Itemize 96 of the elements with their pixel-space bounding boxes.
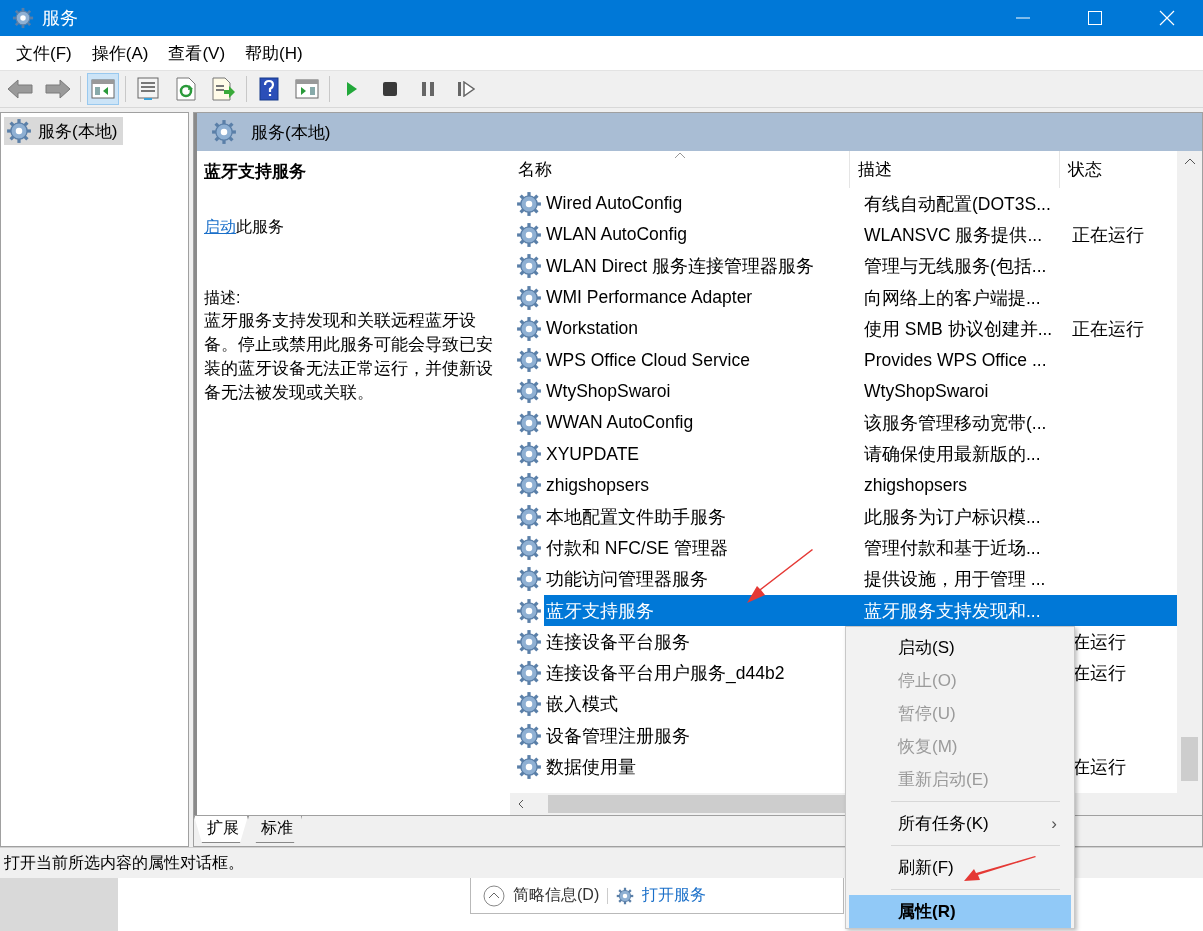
column-header[interactable]: 名称 bbox=[510, 151, 850, 188]
table-cell-text: 功能访问管理器服务 bbox=[545, 568, 709, 592]
table-cell-text: WLAN AutoConfig bbox=[545, 224, 689, 246]
menu-item[interactable]: 查看(V) bbox=[158, 41, 236, 65]
service-gear-icon bbox=[516, 503, 542, 530]
table-cell-text: WLANSVC 服务提供... bbox=[863, 223, 1043, 247]
table-cell-text: 本地配置文件助手服务 bbox=[545, 505, 727, 529]
table-cell-text: WLAN Direct 服务连接管理器服务 bbox=[545, 255, 815, 279]
table-cell-text: zhigshopsers bbox=[863, 474, 969, 496]
table-cell-text: 付款和 NFC/SE 管理器 bbox=[545, 536, 729, 560]
view-tab[interactable]: 标准 bbox=[248, 816, 302, 843]
menu-item[interactable]: 属性(R) bbox=[849, 895, 1071, 928]
table-cell-text: WtyShopSwaroi bbox=[545, 380, 672, 402]
table-cell-text: 管理付款和基于近场... bbox=[863, 536, 1042, 560]
service-gear-icon bbox=[516, 284, 542, 311]
scroll-left-icon[interactable] bbox=[516, 799, 526, 809]
table-cell-text: Wired AutoConfig bbox=[545, 193, 684, 215]
column-header[interactable]: 状态 bbox=[1060, 151, 1177, 188]
open-services-link[interactable]: 打开服务 bbox=[642, 885, 707, 906]
window-title: 服务 bbox=[42, 7, 79, 30]
collapse-icon bbox=[483, 884, 505, 907]
table-cell-text: 请确保使用最新版的... bbox=[863, 443, 1042, 466]
view-tab[interactable]: 扩展 bbox=[194, 816, 248, 843]
table-cell-text: XYUPDATE bbox=[545, 443, 641, 465]
table-cell-text: WPS Office Cloud Service bbox=[545, 349, 751, 371]
help-icon[interactable] bbox=[259, 77, 279, 101]
pause-icon[interactable] bbox=[420, 81, 436, 97]
table-cell-text: WMI Performance Adapter bbox=[545, 287, 754, 309]
stop-icon[interactable] bbox=[382, 81, 398, 97]
table-cell-text: 蓝牙支持服务 bbox=[545, 599, 655, 623]
play-icon[interactable] bbox=[345, 80, 359, 98]
table-cell-text: 使用 SMB 协议创建并... bbox=[863, 317, 1054, 341]
service-gear-icon bbox=[516, 190, 542, 217]
resume-icon[interactable] bbox=[457, 81, 475, 97]
table-cell-text: WtyShopSwaroi bbox=[863, 380, 990, 402]
service-name: 蓝牙支持服务 bbox=[204, 161, 307, 182]
table-cell-text: 正在运行 bbox=[1071, 317, 1145, 341]
table-cell-text: 正在运行 bbox=[1071, 223, 1145, 247]
table-cell-text: 提供设施，用于管理 ... bbox=[863, 568, 1047, 592]
service-gear-icon bbox=[516, 660, 542, 687]
brief-info-button[interactable]: 简略信息(D) bbox=[483, 884, 600, 907]
menu-label: 所有任务(K) bbox=[898, 813, 989, 835]
gear-icon bbox=[211, 119, 237, 145]
table-cell-text: 管理与无线服务(包括... bbox=[863, 255, 1048, 279]
table-cell-text: WWAN AutoConfig bbox=[545, 412, 695, 434]
service-gear-icon bbox=[516, 441, 542, 467]
table-cell-text: Workstation bbox=[545, 318, 640, 340]
menu-item[interactable]: 文件(F) bbox=[6, 41, 82, 65]
service-gear-icon bbox=[516, 722, 542, 749]
table-cell-text: 该服务管理移动宽带(... bbox=[863, 411, 1048, 435]
pointer-arrow bbox=[745, 548, 815, 606]
scroll-up-icon[interactable] bbox=[1183, 157, 1196, 167]
submenu-arrow: › bbox=[1051, 813, 1057, 834]
tree-item[interactable]: 服务(本地) bbox=[4, 117, 124, 145]
description-text: 蓝牙服务支持发现和关联远程蓝牙设备。停止或禁用此服务可能会导致已安装的蓝牙设备无法正常运行，并使新设备无法被发现或关联。 bbox=[204, 310, 494, 404]
table-cell-text: 向网络上的客户端提... bbox=[863, 286, 1042, 310]
service-gear-icon bbox=[516, 347, 542, 374]
table-cell-text: 有线自动配置(DOT3S... bbox=[863, 192, 1052, 216]
service-gear-icon bbox=[516, 378, 542, 405]
service-gear-icon bbox=[516, 534, 542, 561]
description-label: 描述: bbox=[204, 288, 242, 308]
service-gear-icon bbox=[516, 566, 542, 593]
table-cell-text: Provides WPS Office ... bbox=[863, 349, 1048, 371]
start-link[interactable]: 启动 bbox=[204, 218, 236, 235]
table-cell-text: 数据使用量 bbox=[545, 756, 637, 779]
panel-title: 服务(本地) bbox=[251, 121, 331, 144]
app-gear-icon bbox=[12, 7, 34, 29]
gear-icon bbox=[6, 118, 32, 144]
menu-item[interactable]: 帮助(H) bbox=[235, 41, 313, 65]
table-cell-text: 连接设备平台服务 bbox=[545, 630, 691, 654]
table-cell-text: 设备管理注册服务 bbox=[545, 724, 691, 748]
gear-icon bbox=[616, 886, 635, 905]
menu-item[interactable]: 所有任务(K) › bbox=[849, 807, 1071, 840]
maximize-icon[interactable] bbox=[1087, 10, 1103, 26]
service-gear-icon bbox=[516, 253, 542, 280]
service-gear-icon bbox=[516, 472, 542, 499]
service-gear-icon bbox=[516, 628, 542, 655]
menu-item[interactable]: 启动(S) bbox=[849, 631, 1071, 664]
table-cell-text: 连接设备平台用户服务_d44b2 bbox=[545, 662, 786, 686]
menu-item[interactable]: 操作(A) bbox=[81, 41, 159, 65]
refresh-icon[interactable] bbox=[176, 77, 196, 101]
table-cell-text: 蓝牙服务支持发现和... bbox=[863, 599, 1042, 623]
service-gear-icon bbox=[516, 221, 542, 248]
scrollbar-thumb[interactable] bbox=[1181, 737, 1198, 781]
service-gear-icon bbox=[516, 597, 542, 624]
action-sentence: 启动此服务 bbox=[204, 217, 285, 237]
service-gear-icon bbox=[516, 315, 542, 342]
service-gear-icon bbox=[516, 409, 542, 436]
service-gear-icon bbox=[516, 754, 542, 780]
close-icon[interactable] bbox=[1159, 10, 1175, 26]
table-cell-text: 嵌入模式 bbox=[545, 693, 619, 717]
service-gear-icon bbox=[516, 691, 542, 718]
sort-up-icon bbox=[674, 151, 686, 159]
column-header[interactable]: 描述 bbox=[850, 151, 1060, 188]
table-cell-text: 此服务为订户标识模... bbox=[863, 505, 1042, 529]
table-cell-text: zhigshopsers bbox=[545, 474, 651, 496]
